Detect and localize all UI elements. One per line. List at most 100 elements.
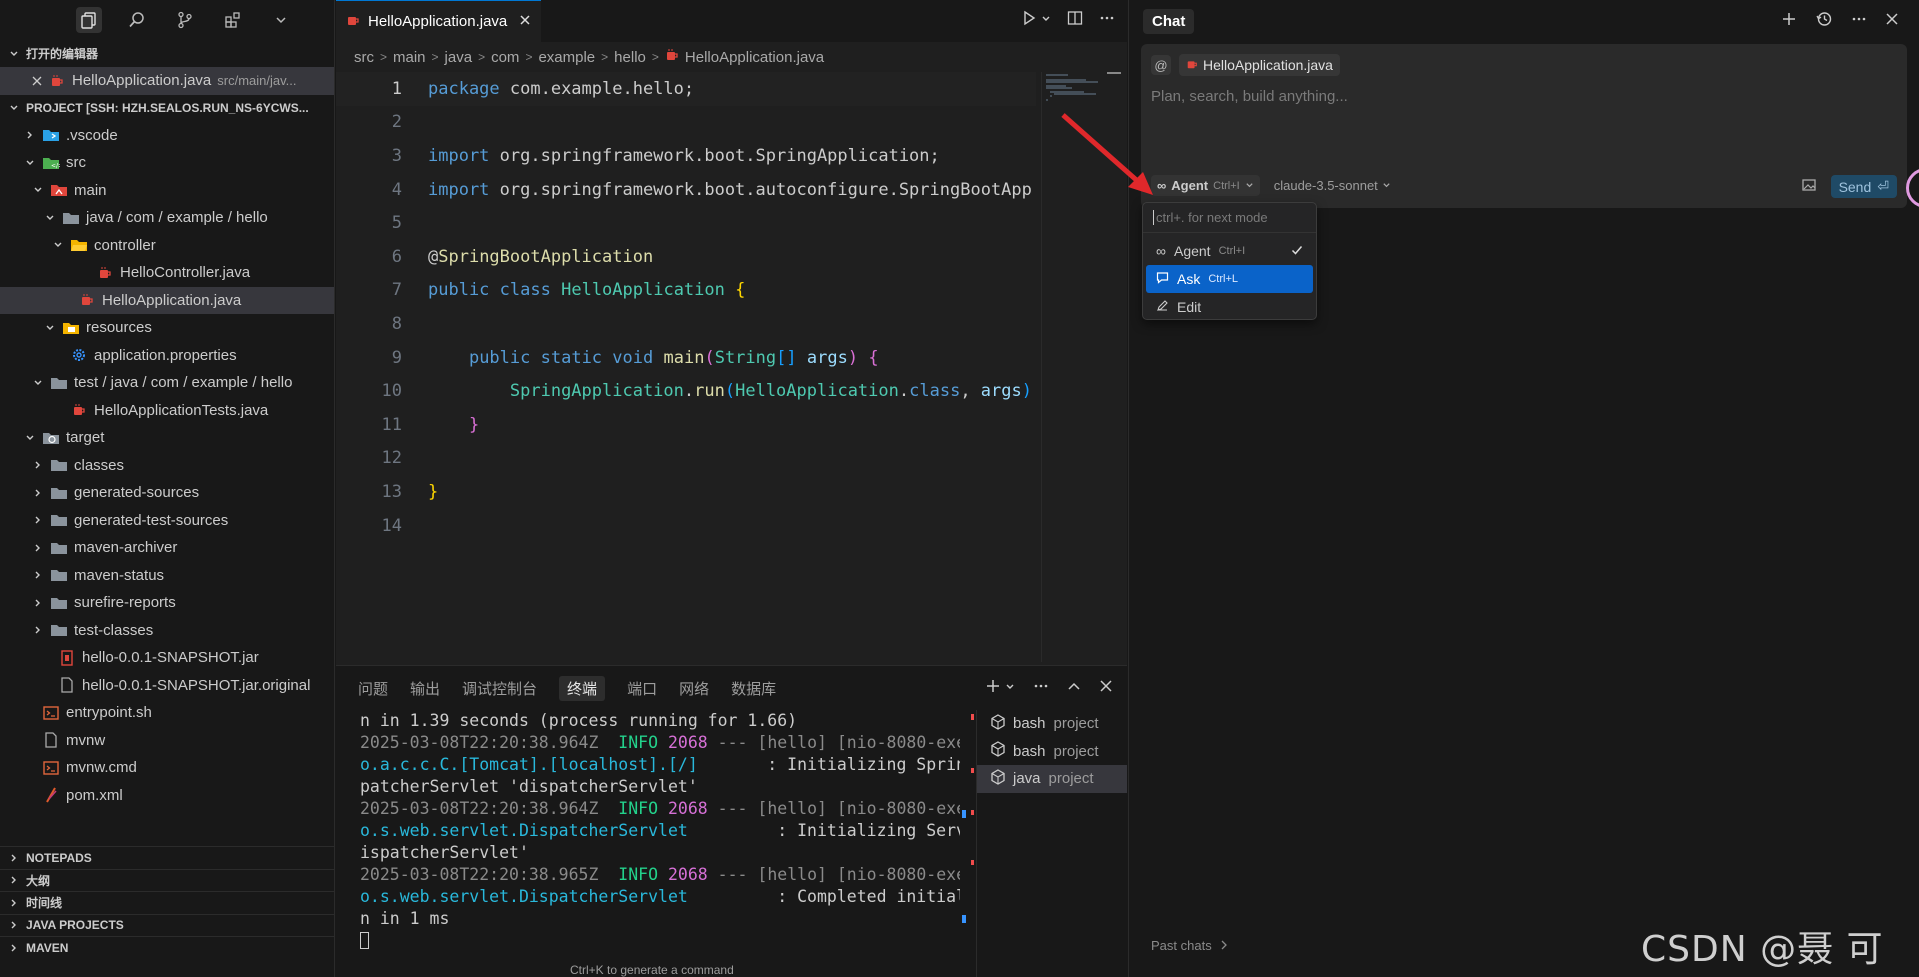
tree-item[interactable]: HelloApplicationTests.java	[0, 397, 334, 425]
breadcrumb-item[interactable]: com	[491, 49, 519, 66]
context-file-chip[interactable]: HelloApplication.java	[1179, 54, 1340, 76]
terminal-scrollbar[interactable]	[962, 710, 974, 975]
panel-tab[interactable]: 终端	[559, 675, 606, 701]
chat-composer[interactable]: @ HelloApplication.java Plan, search, bu…	[1141, 44, 1907, 208]
panel-tab[interactable]: 输出	[410, 678, 440, 699]
send-button[interactable]: Send ⏎	[1830, 175, 1897, 198]
terminal-instance[interactable]: java project	[977, 765, 1127, 793]
tree-item[interactable]: test-classes	[0, 617, 334, 645]
tree-item-label: hello-0.0.1-SNAPSHOT.jar	[82, 649, 259, 667]
tree-item[interactable]: maven-status	[0, 562, 334, 590]
new-terminal-icon[interactable]	[985, 678, 1001, 697]
chevron-right-icon	[30, 515, 46, 525]
minimap[interactable]	[1041, 72, 1107, 662]
search-icon[interactable]	[124, 7, 150, 33]
mode-option-edit[interactable]: Edit	[1146, 293, 1313, 321]
source-control-icon[interactable]	[172, 7, 198, 33]
code-view[interactable]: 1 package com.example.hello; 2 3 import or…	[336, 72, 1036, 542]
project-header[interactable]: PROJECT [SSH: HZH.SEALOS.RUN_NS-6YCWS...	[0, 95, 334, 122]
editor-tab[interactable]: HelloApplication.java	[336, 0, 542, 42]
mode-search-input[interactable]: ctrl+. for next mode	[1143, 203, 1316, 233]
explorer-icon[interactable]	[76, 7, 102, 33]
tree-item-label: test / java / com / example / hello	[74, 374, 293, 392]
section-header[interactable]: 时间线	[0, 891, 335, 914]
tree-item[interactable]: controller	[0, 232, 334, 260]
panel-tab[interactable]: 网络	[679, 678, 709, 699]
tree-item[interactable]: target	[0, 424, 334, 452]
breadcrumb-item[interactable]: src	[354, 49, 374, 66]
section-header[interactable]: JAVA PROJECTS	[0, 913, 335, 937]
panel-tab[interactable]: 端口	[627, 678, 657, 699]
log-pid: 2068	[667, 733, 708, 752]
breadcrumb-item[interactable]: HelloApplication.java	[665, 48, 824, 66]
tree-item[interactable]: HelloController.java	[0, 259, 334, 287]
chat-title[interactable]: Chat	[1143, 8, 1195, 34]
editor-scrollbar[interactable]	[1107, 72, 1121, 662]
split-editor-icon[interactable]	[1067, 10, 1083, 29]
maven-icon	[42, 786, 60, 804]
breadcrumb-item[interactable]: main	[393, 49, 426, 66]
panel-tab[interactable]: 数据库	[731, 678, 776, 699]
more-icon[interactable]	[1099, 10, 1115, 29]
tree-item[interactable]: java / com / example / hello	[0, 204, 334, 232]
mode-option-agent[interactable]: ∞ Agent Ctrl+I	[1146, 237, 1313, 265]
tree-item[interactable]: resources	[0, 314, 334, 342]
maximize-panel-icon[interactable]	[1067, 679, 1081, 696]
tree-item[interactable]: entrypoint.sh	[0, 699, 334, 727]
code-token: org.springframework.boot.autoconfigure.S…	[489, 179, 1032, 200]
close-icon[interactable]	[1885, 12, 1899, 29]
tree-item[interactable]: surefire-reports	[0, 589, 334, 617]
tree-item[interactable]: HelloApplication.java	[0, 286, 334, 314]
terminal-instance[interactable]: bash project	[977, 710, 1127, 738]
tree-item[interactable]: mvnw.cmd	[0, 754, 334, 782]
tree-item[interactable]: hello-0.0.1-SNAPSHOT.jar.original	[0, 672, 334, 700]
tree-item[interactable]: pom.xml	[0, 782, 334, 810]
tree-item[interactable]: application.properties	[0, 342, 334, 370]
close-icon[interactable]	[30, 76, 44, 86]
section-header[interactable]: MAVEN	[0, 936, 335, 959]
panel-tab[interactable]: 问题	[358, 678, 388, 699]
tree-item[interactable]: </> src	[0, 149, 334, 177]
line-number: 3	[391, 145, 402, 166]
breadcrumb-item[interactable]: java	[445, 49, 473, 66]
code-token: org.springframework.boot.SpringApplicati…	[489, 145, 940, 166]
tree-item[interactable]: hello-0.0.1-SNAPSHOT.jar	[0, 644, 334, 672]
chevron-down-icon[interactable]	[268, 7, 294, 33]
extensions-icon[interactable]	[220, 7, 246, 33]
close-icon[interactable]	[519, 13, 531, 30]
tree-item[interactable]: maven-archiver	[0, 534, 334, 562]
more-icon[interactable]	[1033, 678, 1049, 697]
model-selector[interactable]: claude-3.5-sonnet	[1274, 178, 1391, 193]
run-icon[interactable]	[1021, 10, 1037, 29]
line-number: 13	[381, 481, 402, 502]
section-header[interactable]: NOTEPADS	[0, 846, 335, 869]
folder-icon	[50, 374, 68, 392]
tree-item[interactable]: .vscode	[0, 122, 334, 150]
image-icon[interactable]	[1801, 177, 1817, 196]
breadcrumb-item[interactable]: hello	[614, 49, 646, 66]
breadcrumb-item[interactable]: example	[538, 49, 595, 66]
tree-item[interactable]: generated-sources	[0, 479, 334, 507]
chevron-down-icon[interactable]	[1041, 12, 1051, 27]
open-editors-header[interactable]: 打开的编辑器	[0, 40, 334, 67]
tree-item[interactable]: main	[0, 177, 334, 205]
resources-folder-icon	[62, 319, 80, 337]
open-editor-item[interactable]: HelloApplication.java src/main/jav...	[0, 67, 334, 95]
past-chats-link[interactable]: Past chats	[1151, 938, 1228, 953]
section-header[interactable]: 大纲	[0, 868, 335, 892]
tree-item[interactable]: classes	[0, 452, 334, 480]
add-context-button[interactable]: @	[1151, 55, 1171, 75]
history-icon[interactable]	[1815, 10, 1833, 31]
new-chat-icon[interactable]	[1781, 11, 1797, 30]
tree-item[interactable]: mvnw	[0, 727, 334, 755]
mode-option-ask[interactable]: Ask Ctrl+L	[1146, 265, 1313, 293]
close-panel-icon[interactable]	[1099, 679, 1113, 696]
terminal-instance[interactable]: bash project	[977, 738, 1127, 766]
more-icon[interactable]	[1851, 11, 1867, 30]
mode-selector[interactable]: ∞ Agent Ctrl+I	[1151, 175, 1260, 196]
tree-item[interactable]: test / java / com / example / hello	[0, 369, 334, 397]
chevron-down-icon[interactable]	[1005, 680, 1015, 695]
chat-input[interactable]: Plan, search, build anything...	[1151, 88, 1348, 105]
panel-tab[interactable]: 调试控制台	[462, 678, 537, 699]
tree-item[interactable]: generated-test-sources	[0, 507, 334, 535]
